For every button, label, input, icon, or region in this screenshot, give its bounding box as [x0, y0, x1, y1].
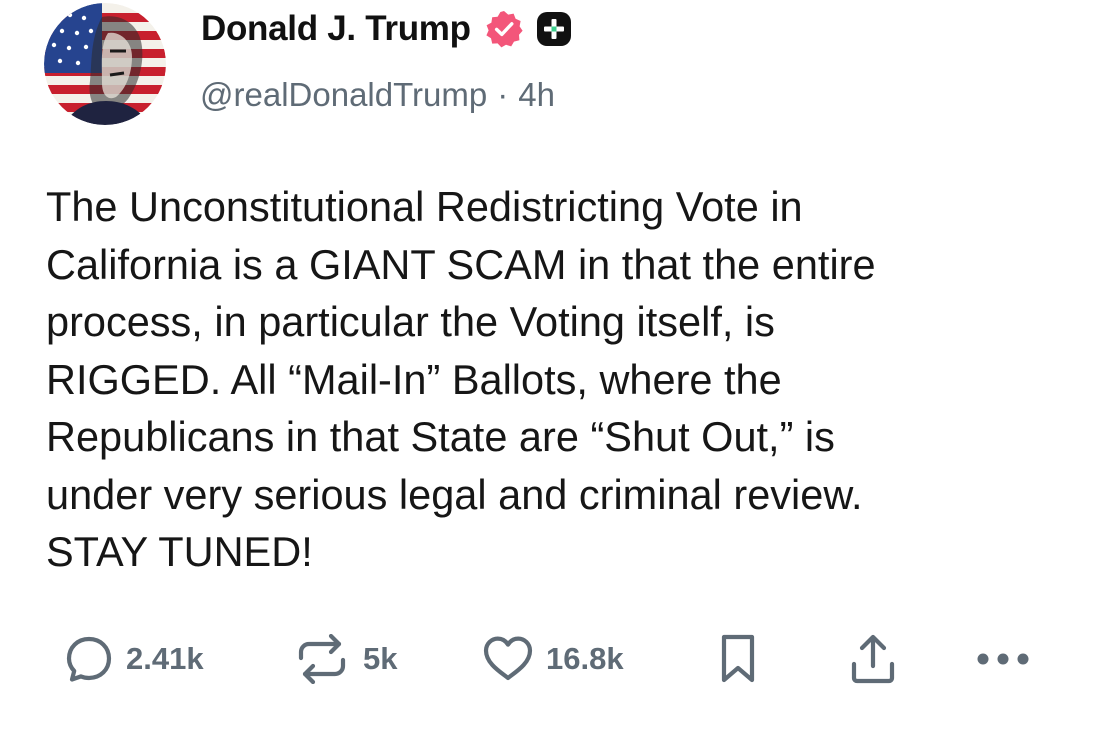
post-text-line: STAY TUNED!: [46, 528, 313, 575]
share-upload-icon: [851, 634, 895, 684]
author-name-row: Donald J. Trump: [201, 4, 572, 54]
avatar[interactable]: [44, 3, 166, 125]
author-handle-row: @realDonaldTrump · 4h: [200, 76, 555, 114]
post-text-line: under very serious legal and criminal re…: [46, 470, 863, 518]
post-text-line: California is a GIANT SCAM in that the e…: [46, 240, 876, 288]
more-dots-icon: [977, 653, 1029, 665]
author-handle[interactable]: @realDonaldTrump: [200, 76, 487, 113]
repost-icon: [298, 634, 346, 684]
post-text-line: RIGGED. All “Mail-In” Ballots, where the: [46, 355, 782, 403]
post-text: The Unconstitutional Redistricting Vote …: [46, 178, 1056, 581]
more-options-button[interactable]: [975, 632, 1035, 686]
repost-button[interactable]: 5k: [293, 632, 397, 686]
like-count: 16.8k: [546, 641, 624, 676]
flag-portrait-avatar-icon: [44, 3, 166, 125]
post-timestamp[interactable]: 4h: [518, 76, 555, 113]
like-button[interactable]: 16.8k: [482, 632, 624, 686]
plus-badge-icon: [536, 11, 572, 47]
post-text-line: The Unconstitutional Redistricting Vote …: [46, 183, 803, 230]
author-display-name[interactable]: Donald J. Trump: [201, 9, 471, 49]
post-text-line: process, in particular the Voting itself…: [46, 298, 775, 345]
reply-count: 2.41k: [126, 641, 204, 676]
post-text-line: Republicans in that State are “Shut Out,…: [46, 413, 835, 460]
meta-separator: ·: [497, 76, 509, 113]
reply-button[interactable]: 2.41k: [64, 632, 204, 686]
repost-count: 5k: [363, 641, 398, 676]
bookmark-button[interactable]: [718, 632, 758, 686]
verified-badge-icon: [484, 9, 524, 49]
heart-icon: [483, 636, 533, 681]
reply-bubble-icon: [66, 636, 112, 682]
bookmark-icon: [721, 634, 755, 683]
share-button[interactable]: [848, 632, 898, 686]
post-card: Donald J. Trump @realDonaldTrump · 4h The …: [0, 0, 1100, 747]
